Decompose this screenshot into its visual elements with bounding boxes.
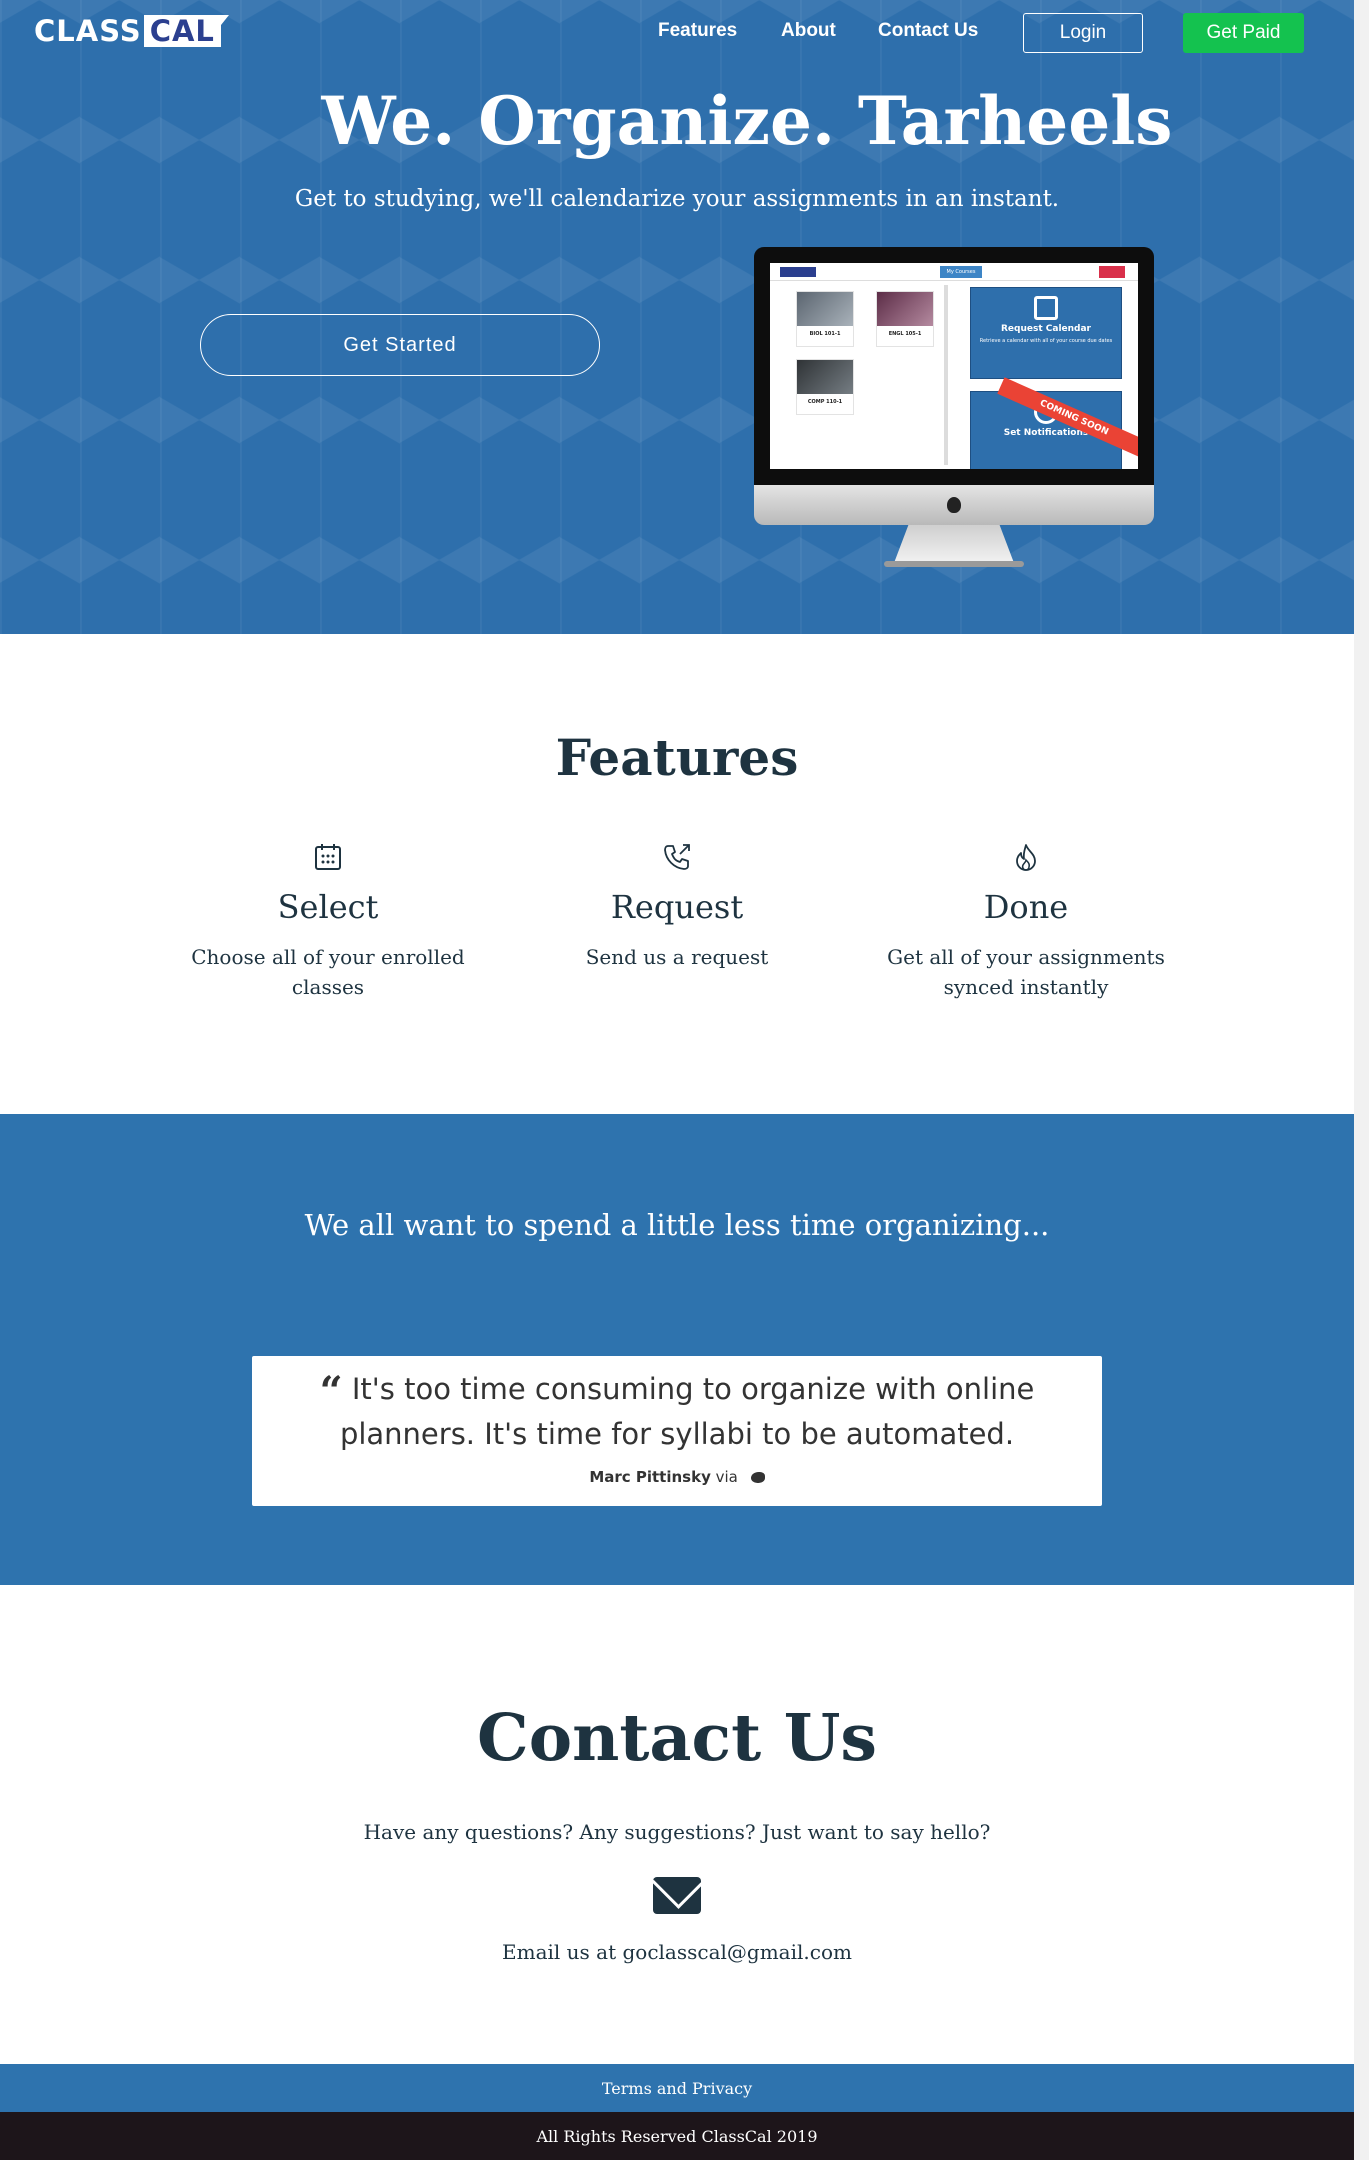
feature-done: Done Get all of your assignments synced …: [866, 842, 1186, 1002]
calendar-icon: [1034, 296, 1058, 320]
course-thumbnail: [797, 292, 853, 326]
feature-select: Select Choose all of your enrolled class…: [168, 842, 488, 1002]
testimonial-author: Marc Pittinsky: [589, 1468, 711, 1486]
nav-link-about[interactable]: About: [781, 20, 836, 42]
monitor-foot: [884, 561, 1024, 567]
course-name: COMP 110-1: [807, 399, 843, 405]
feature-name: Select: [277, 888, 379, 926]
screen-logo: [780, 267, 816, 277]
hero-subtitle: Get to studying, we'll calendarize your …: [294, 186, 1060, 212]
testimonial-lead: We all want to spend a little less time …: [304, 1208, 1050, 1242]
feature-name: Done: [983, 888, 1069, 926]
testimonial-card: “ It's too time consuming to organize wi…: [252, 1356, 1102, 1506]
feature-name: Request: [610, 888, 744, 926]
hero-section: CLASS CAL Features About Contact Us Logi…: [0, 0, 1354, 634]
testimonial-via: via: [715, 1468, 738, 1486]
hero-title: We. Organize. Tarheels: [321, 82, 1173, 160]
features-title: Features: [555, 728, 799, 787]
twitter-icon[interactable]: [750, 1472, 765, 1483]
terms-privacy-link[interactable]: Terms and Privacy: [602, 2079, 752, 2098]
footer-terms-bar: Terms and Privacy: [0, 2064, 1354, 2112]
testimonial-quote-text: It's too time consuming to organize with…: [339, 1372, 1035, 1451]
card-title: Request Calendar: [1000, 324, 1091, 334]
screen-course-list: BIOL 101-1 ENGL 105-1 COMP 110-1: [780, 285, 948, 465]
logo-text-cal: CAL: [143, 15, 230, 47]
monitor-bezel: My Courses BIOL 101-1 ENGL 105-1 COMP 11…: [754, 247, 1154, 485]
get-paid-button[interactable]: Get Paid: [1183, 13, 1304, 53]
feature-description: Choose all of your enrolled classes: [191, 945, 465, 999]
course-thumbnail: [877, 292, 933, 326]
logo-text-class: CLASS: [34, 14, 142, 48]
page-scrollbar[interactable]: [1354, 0, 1369, 2160]
course-name: ENGL 105-1: [888, 331, 922, 337]
quote-icon: “: [319, 1368, 343, 1415]
testimonial-section: We all want to spend a little less time …: [0, 1114, 1354, 1585]
screen-course-card: ENGL 105-1: [876, 291, 934, 347]
login-button[interactable]: Login: [1023, 13, 1143, 53]
calendar-icon: [313, 842, 343, 872]
screen-request-calendar-card: Request Calendar Retrieve a calendar wit…: [970, 287, 1122, 379]
envelope-icon[interactable]: [653, 1877, 701, 1914]
course-thumbnail: [797, 360, 853, 394]
footer-copyright-bar: All Rights Reserved ClassCal 2019: [0, 2112, 1354, 2160]
feature-request: Request Send us a request: [517, 842, 837, 972]
feature-description: Send us a request: [585, 945, 769, 969]
testimonial-meta: Marc Pittinsky via: [252, 1468, 1102, 1486]
get-started-button[interactable]: Get Started: [200, 314, 600, 376]
screen-my-courses-button: My Courses: [940, 266, 982, 278]
course-name: BIOL 101-1: [809, 331, 841, 337]
screen-course-card: COMP 110-1: [796, 359, 854, 415]
monitor-illustration: My Courses BIOL 101-1 ENGL 105-1 COMP 11…: [754, 247, 1154, 569]
monitor-screen: My Courses BIOL 101-1 ENGL 105-1 COMP 11…: [770, 263, 1138, 469]
nav-link-features[interactable]: Features: [658, 20, 737, 42]
testimonial-quote: “ It's too time consuming to organize wi…: [252, 1356, 1102, 1456]
flame-icon: [1011, 842, 1041, 872]
copyright-text: All Rights Reserved ClassCal 2019: [536, 2126, 818, 2146]
contact-title: Contact Us: [477, 1700, 877, 1776]
card-description: Retrieve a calendar with all of your cou…: [979, 338, 1113, 344]
apple-logo-icon: [947, 497, 961, 513]
contact-subtitle: Have any questions? Any suggestions? Jus…: [363, 1820, 991, 1844]
phone-outgoing-icon: [662, 842, 692, 872]
monitor-stand: [894, 525, 1014, 563]
feature-description: Get all of your assignments synced insta…: [887, 945, 1165, 999]
screen-course-card: BIOL 101-1: [796, 291, 854, 347]
classcal-logo[interactable]: CLASS CAL: [34, 14, 230, 48]
monitor-chin: [754, 485, 1154, 525]
contact-email[interactable]: Email us at goclasscal@gmail.com: [0, 1940, 1354, 1964]
screen-logout-button: [1099, 266, 1125, 278]
nav-link-contact[interactable]: Contact Us: [878, 20, 978, 42]
screen-topbar: My Courses: [770, 263, 1138, 281]
